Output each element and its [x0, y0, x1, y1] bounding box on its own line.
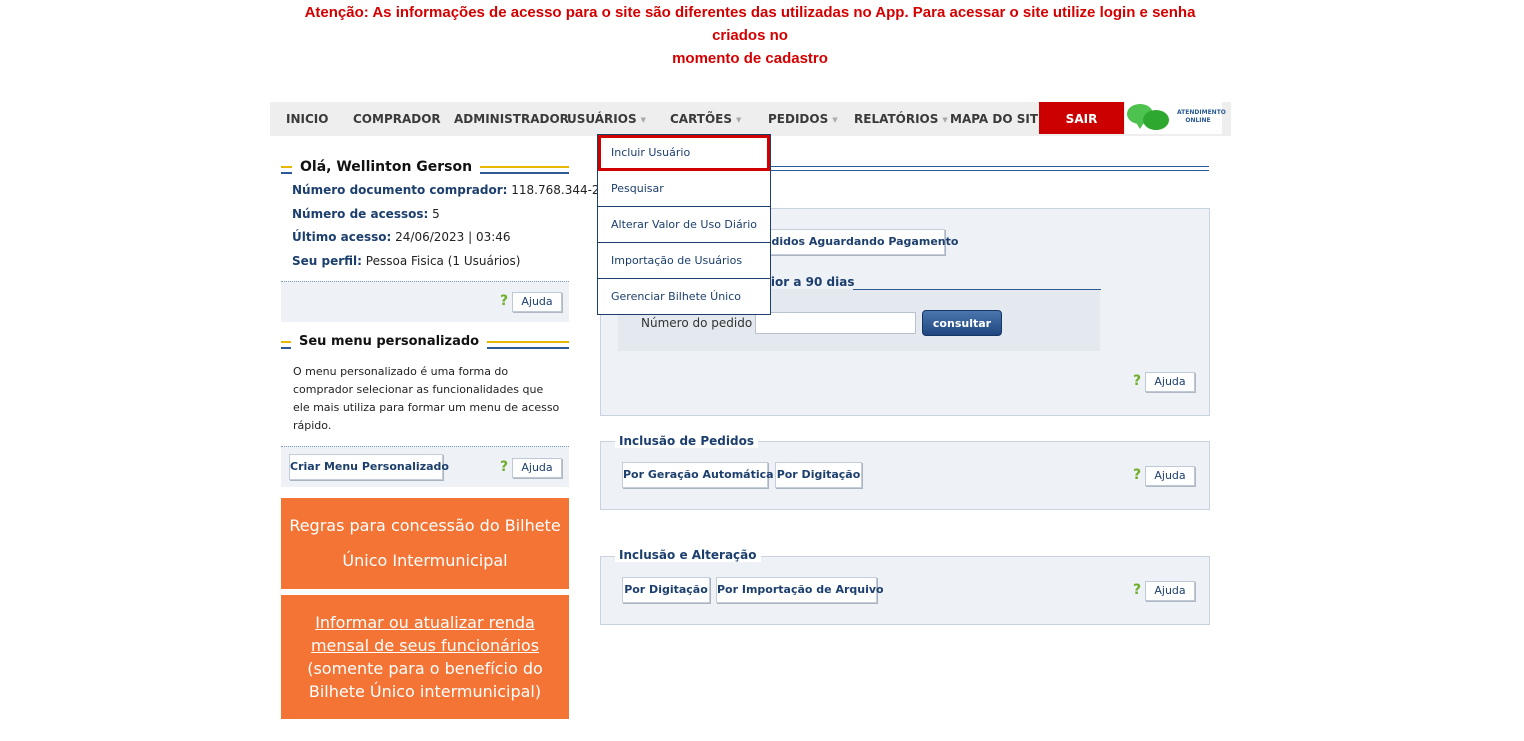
menu-item-importacao-usuarios[interactable]: Importação de Usuários — [598, 243, 770, 279]
por-importacao-arquivo-button[interactable]: Por Importação de Arquivo — [716, 577, 884, 603]
nav-usuarios-label: USUÁRIOS — [567, 112, 637, 126]
caret-down-icon: ▼ — [832, 115, 838, 124]
chat-label-line-1: ATENDIMENTO — [1177, 109, 1226, 116]
help-question-icon: ? — [1133, 582, 1142, 598]
nav-cartoes[interactable]: CARTÕES ▼ — [670, 102, 741, 136]
help-button[interactable]: Ajuda — [512, 292, 562, 312]
help-question-icon: ? — [500, 459, 509, 475]
nav-mapa-do-site[interactable]: MAPA DO SITE — [950, 102, 1046, 136]
regras-bilhete-unico-link[interactable]: Regras para concessão do Bilhete Único I… — [281, 498, 569, 589]
acessos-info: Número de acessos: 5 — [292, 207, 440, 221]
online-support-widget[interactable]: ATENDIMENTO ONLINE — [1125, 102, 1226, 134]
warning-line-2: momento de cadastro — [672, 50, 828, 67]
doc-label: Número documento comprador: — [292, 183, 508, 197]
help-button[interactable]: Ajuda — [1145, 466, 1195, 486]
usuarios-dropdown-menu: Incluir Usuário Pesquisar Alterar Valor … — [597, 134, 771, 315]
informar-renda-link[interactable]: Informar ou atualizar renda mensal de se… — [311, 613, 539, 655]
ultimo-acesso-value: 24/06/2023 | 03:46 — [395, 230, 511, 244]
doc-value: 118.768.344-20 — [511, 183, 608, 197]
nav-relatorios[interactable]: RELATÓRIOS ▼ — [854, 102, 948, 136]
nav-pedidos[interactable]: PEDIDOS ▼ — [768, 102, 838, 136]
menu-help-bar: Criar Menu Personalizado ? Ajuda — [281, 446, 569, 487]
nav-pedidos-label: PEDIDOS — [768, 112, 829, 126]
inclusao-alteracao-panel: Por Digitação Por Importação de Arquivo … — [600, 556, 1210, 625]
help-question-icon: ? — [1133, 373, 1142, 389]
help-button[interactable]: Ajuda — [512, 458, 562, 478]
nav-comprador[interactable]: COMPRADOR — [353, 102, 441, 136]
menu-item-gerenciar-bilhete-unico[interactable]: Gerenciar Bilhete Único — [598, 279, 770, 314]
menu-personalizado-title: Seu menu personalizado — [291, 334, 488, 349]
nav-usuarios[interactable]: USUÁRIOS ▼ — [567, 102, 646, 136]
perfil-value: Pessoa Fisica (1 Usuários) — [365, 254, 521, 268]
access-warning: Atenção: As informações de acesso para o… — [290, 1, 1210, 70]
doc-info: Número documento comprador: 118.768.344-… — [292, 183, 607, 197]
chat-bubble-icon — [1143, 110, 1169, 130]
caret-down-icon: ▼ — [640, 115, 646, 124]
menu-item-alterar-valor-uso-diario[interactable]: Alterar Valor de Uso Diário — [598, 207, 770, 243]
por-digitacao-button[interactable]: Por Digitação — [622, 577, 710, 603]
renda-box: Informar ou atualizar renda mensal de se… — [281, 595, 569, 719]
greeting-title: Olá, Wellinton Gerson — [292, 159, 481, 175]
numero-pedido-label: Número do pedido — [641, 316, 753, 330]
acessos-label: Número de acessos: — [292, 207, 429, 221]
pedidos-aguardando-button[interactable]: edidos Aguardando Pagamento — [759, 229, 958, 255]
chat-label-line-2: ONLINE — [1185, 117, 1211, 124]
greeting-help-bar: ? Ajuda — [281, 281, 569, 322]
help-button[interactable]: Ajuda — [1145, 581, 1195, 601]
por-geracao-automatica-button[interactable]: Por Geração Automática — [622, 462, 774, 488]
criar-menu-button[interactable]: Criar Menu Personalizado — [289, 454, 449, 480]
inclusao-pedidos-legend: Inclusão de Pedidos — [615, 434, 758, 448]
acessos-value: 5 — [432, 207, 440, 221]
legend-line — [853, 289, 1101, 290]
menu-item-pesquisar[interactable]: Pesquisar — [598, 171, 770, 207]
inclusao-pedidos-panel: Por Geração Automática Por Digitação ? A… — [600, 441, 1210, 510]
perfil-label: Seu perfil: — [292, 254, 362, 268]
renda-note: (somente para o benefício do Bilhete Úni… — [307, 659, 543, 701]
help-button[interactable]: Ajuda — [1145, 372, 1195, 392]
nav-administrador[interactable]: ADMINISTRADOR — [454, 102, 569, 136]
numero-pedido-input[interactable] — [755, 312, 916, 334]
help-question-icon: ? — [1133, 467, 1142, 483]
ultimo-acesso-label: Último acesso: — [292, 230, 392, 244]
chat-label: ATENDIMENTO ONLINE — [1177, 109, 1226, 125]
consultar-button[interactable]: consultar — [922, 310, 1002, 336]
inclusao-alteracao-legend: Inclusão e Alteração — [615, 548, 761, 562]
menu-personalizado-description: O menu personalizado é uma forma do comp… — [293, 365, 560, 432]
help-question-icon: ? — [500, 293, 509, 309]
warning-line-1: Atenção: As informações de acesso para o… — [304, 4, 1196, 44]
sair-button[interactable]: SAIR — [1039, 102, 1124, 134]
nav-cartoes-label: CARTÕES — [670, 112, 733, 126]
main-nav: INICIO COMPRADOR ADMINISTRADOR USUÁRIOS ▼… — [270, 102, 1231, 136]
nav-relatorios-label: RELATÓRIOS — [854, 112, 939, 126]
nav-inicio[interactable]: INICIO — [286, 102, 328, 136]
caret-down-icon: ▼ — [942, 115, 948, 124]
caret-down-icon: ▼ — [736, 115, 742, 124]
perfil-info: Seu perfil: Pessoa Fisica (1 Usuários) — [292, 254, 520, 268]
por-digitacao-button[interactable]: Por Digitação — [775, 462, 862, 488]
menu-item-incluir-usuario[interactable]: Incluir Usuário — [598, 135, 770, 171]
periodo-legend: rior a 90 dias — [761, 275, 859, 289]
ultimo-acesso-info: Último acesso: 24/06/2023 | 03:46 — [292, 230, 511, 244]
